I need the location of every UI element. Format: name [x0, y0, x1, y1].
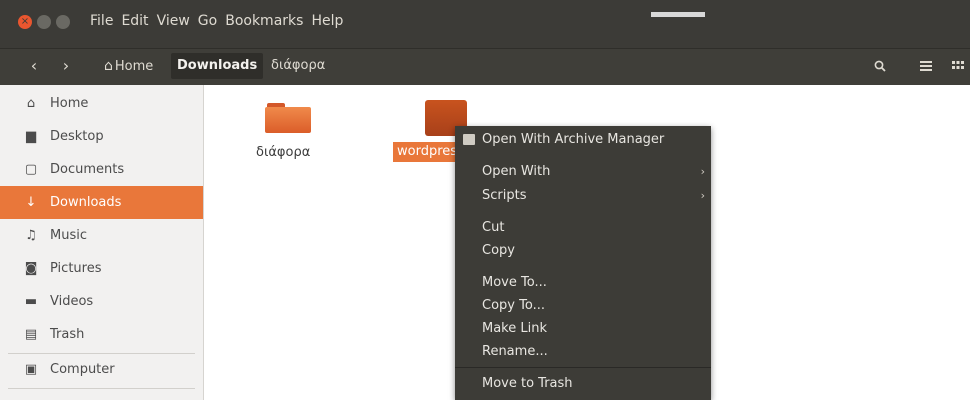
sidebar-item-trash[interactable]: ▤ Trash [0, 318, 203, 351]
sidebar-item-documents[interactable]: ▢ Documents [0, 153, 203, 186]
video-icon: ▬ [24, 294, 38, 309]
menu-item-cut[interactable]: Cut [455, 217, 711, 239]
close-icon: × [20, 16, 30, 27]
sidebar-item-label: Computer [50, 362, 115, 377]
menu-item-scripts[interactable]: Scripts › [455, 185, 711, 207]
back-button[interactable]: ‹ [20, 53, 48, 79]
menu-item-label: Move To... [482, 275, 547, 290]
menu-item-label: Open With [482, 164, 551, 179]
menu-item-rename[interactable]: Rename... [455, 341, 711, 363]
grid-view-icon[interactable] [944, 53, 970, 79]
menu-item-label: Open With Archive Manager [482, 132, 665, 147]
trash-icon: ▤ [24, 327, 38, 342]
file-label-selected[interactable]: wordpress [393, 142, 463, 162]
list-view-icon[interactable] [912, 53, 940, 79]
chevron-right-icon: › [700, 165, 705, 178]
camera-icon: ◙ [24, 261, 38, 276]
context-menu: Open With Archive Manager Open With › Sc… [455, 126, 711, 400]
menu-help[interactable]: Help [311, 13, 343, 29]
sidebar-item-computer[interactable]: ▣ Computer [0, 353, 203, 386]
menu-item-move-to[interactable]: Move To... [455, 272, 711, 294]
menu-item-copy[interactable]: Copy [455, 240, 711, 262]
menu-go[interactable]: Go [198, 13, 217, 29]
menu-item-move-to-trash[interactable]: Move to Trash [455, 373, 711, 395]
sidebar-item-desktop[interactable]: ▆ Desktop [0, 120, 203, 153]
sidebar-item-label: Trash [50, 327, 85, 342]
computer-icon: ▣ [24, 362, 38, 377]
menu-item-label: Copy To... [482, 298, 545, 313]
menu-view[interactable]: View [157, 13, 190, 29]
toolbar: ‹ › ⌂ Home Downloads διάφορα [0, 48, 970, 85]
menu-edit[interactable]: Edit [121, 13, 148, 29]
title-bar: × File Edit View Go Bookmarks Help [0, 0, 970, 48]
breadcrumb-downloads[interactable]: Downloads [171, 53, 264, 79]
menu-item-label: Cut [482, 220, 505, 235]
minimize-window-button[interactable] [37, 15, 51, 29]
chevron-right-icon: › [700, 189, 705, 202]
breadcrumb-diafora[interactable]: διάφορα [265, 53, 331, 79]
menu-bar: File Edit View Go Bookmarks Help [90, 13, 343, 29]
music-icon: ♫ [25, 228, 37, 243]
menu-item-label: Make Link [482, 321, 547, 336]
sidebar: ⌂ Home ▆ Desktop ▢ Documents ↓ Downloads… [0, 85, 204, 400]
search-icon[interactable] [866, 53, 894, 79]
sidebar-item-label: Desktop [50, 129, 104, 144]
menu-item-label: Scripts [482, 188, 527, 203]
sidebar-divider [8, 388, 195, 389]
archive-manager-icon [463, 134, 475, 145]
forward-button[interactable]: › [52, 53, 80, 79]
close-window-button[interactable]: × [18, 15, 32, 29]
sidebar-item-label: Music [50, 228, 87, 243]
breadcrumb-home-label: Home [114, 59, 154, 74]
maximize-window-button[interactable] [56, 15, 70, 29]
menu-item-copy-to[interactable]: Copy To... [455, 295, 711, 317]
menu-item-open-with[interactable]: Open With › [455, 161, 711, 183]
breadcrumb-home[interactable]: ⌂ Home [98, 53, 159, 79]
sidebar-item-downloads[interactable]: ↓ Downloads [0, 186, 203, 219]
folder-icon[interactable] [265, 103, 311, 133]
sidebar-item-music[interactable]: ♫ Music [0, 219, 203, 252]
sidebar-item-pictures[interactable]: ◙ Pictures [0, 252, 203, 285]
sidebar-item-label: Videos [50, 294, 94, 309]
menu-separator [455, 367, 711, 368]
menu-file[interactable]: File [90, 13, 113, 29]
download-icon: ↓ [25, 195, 37, 210]
document-icon: ▢ [24, 162, 38, 177]
sidebar-item-home[interactable]: ⌂ Home [0, 87, 203, 120]
menu-item-make-link[interactable]: Make Link [455, 318, 711, 340]
file-label[interactable]: διάφορα [256, 145, 310, 160]
sidebar-item-label: Home [50, 96, 89, 111]
menu-item-label: Move to Trash [482, 376, 573, 391]
sidebar-item-videos[interactable]: ▬ Videos [0, 285, 203, 318]
window-title-mark [651, 12, 705, 17]
menu-item-open-with-archive-manager[interactable]: Open With Archive Manager [455, 129, 711, 151]
home-icon: ⌂ [26, 96, 36, 111]
menu-item-label: Copy [482, 243, 515, 258]
menu-item-label: Rename... [482, 344, 548, 359]
home-icon: ⌂ [104, 58, 113, 74]
menu-bookmarks[interactable]: Bookmarks [225, 13, 303, 29]
sidebar-item-label: Documents [50, 162, 125, 177]
desktop-icon: ▆ [26, 129, 36, 144]
sidebar-item-label: Downloads [50, 195, 122, 210]
sidebar-item-label: Pictures [50, 261, 102, 276]
